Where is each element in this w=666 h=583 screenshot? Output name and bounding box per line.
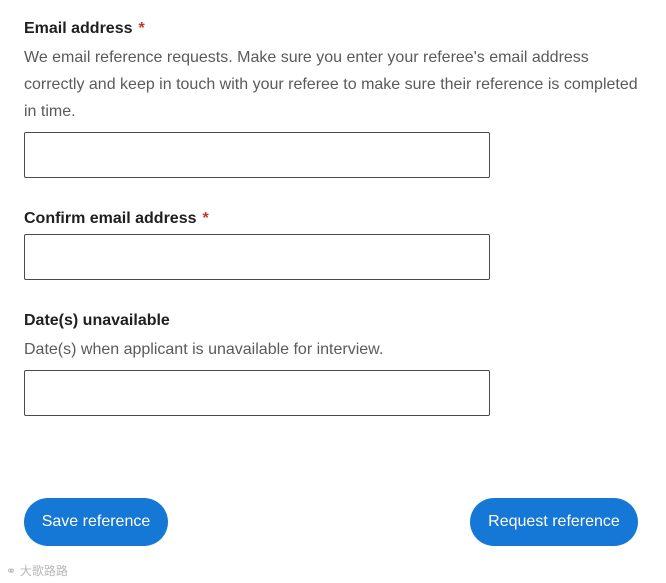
dates-unavailable-hint: Date(s) when applicant is unavailable fo… bbox=[24, 341, 384, 358]
confirm-email-label-text: Confirm email address bbox=[24, 210, 197, 227]
required-marker: * bbox=[202, 210, 209, 227]
email-label: Email address * bbox=[24, 20, 145, 38]
confirm-email-label: Confirm email address * bbox=[24, 210, 209, 228]
email-hint: We email reference requests. Make sure y… bbox=[24, 49, 638, 120]
email-label-text: Email address bbox=[24, 20, 133, 37]
watermark: ⚭ 大歌路路 bbox=[6, 562, 68, 579]
confirm-email-field[interactable] bbox=[24, 234, 490, 280]
watermark-text: 大歌路路 bbox=[19, 564, 68, 578]
save-reference-button[interactable]: Save reference bbox=[24, 498, 168, 546]
watermark-logo-icon: ⚭ bbox=[6, 564, 17, 578]
email-field[interactable] bbox=[24, 132, 490, 178]
request-reference-button[interactable]: Request reference bbox=[470, 498, 638, 546]
required-marker: * bbox=[138, 20, 145, 37]
dates-unavailable-label: Date(s) unavailable bbox=[24, 312, 170, 329]
dates-unavailable-field[interactable] bbox=[24, 370, 490, 416]
